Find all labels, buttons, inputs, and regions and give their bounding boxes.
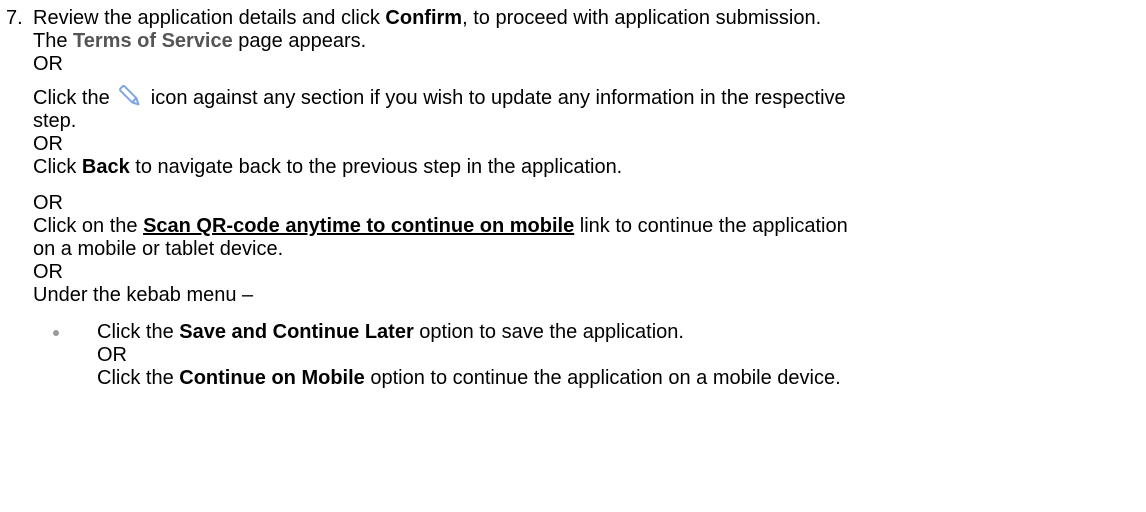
paragraph-review: Review the application details and click… [33,7,1138,30]
text: to navigate back to the previous step in… [129,156,623,178]
text: option to continue the application on a … [364,367,841,389]
step-content: Review the application details and click… [33,7,1138,390]
text: option to save the application. [413,321,684,343]
continue-on-mobile-label: Continue on Mobile [179,367,365,389]
or-separator: OR [33,261,63,283]
text: The [33,30,74,52]
text: Click the [33,87,116,109]
paragraph-edit-cont: step. [33,110,77,132]
text: Review the application details and click [33,7,386,29]
confirm-label: Confirm [385,7,463,29]
save-option-text: Click the Save and Continue Later option… [97,321,1138,344]
paragraph-back: Click Back to navigate back to the previ… [33,156,1138,179]
scan-qr-code-link[interactable]: Scan QR-code anytime to continue on mobi… [143,215,574,237]
paragraph-qr-cont: on a mobile or tablet device. [33,238,284,260]
or-separator: OR [33,133,63,155]
paragraph-terms: The Terms of Service page appears. [33,30,1138,53]
back-label: Back [81,156,130,178]
or-separator: OR [33,53,63,75]
paragraph-kebab: Under the kebab menu – [33,284,254,306]
text: page appears. [232,30,367,52]
pencil-edit-icon [117,83,143,109]
text: link to continue the application [574,215,848,237]
step-number: 7. [6,7,23,29]
mobile-option-text: Click the Continue on Mobile option to c… [97,367,1138,390]
text: , to proceed with application submission… [462,7,822,29]
paragraph-edit: Click the icon against any section if yo… [33,83,1138,110]
text: Click [33,156,82,178]
text: icon against any section if you wish to … [145,87,846,109]
list-item: Click the Save and Continue Later option… [33,321,1138,390]
bullet-icon [53,330,59,336]
text: Click the [97,367,180,389]
terms-of-service-label: Terms of Service [73,30,233,52]
or-separator: OR [97,344,127,366]
or-separator: OR [33,192,63,214]
paragraph-qr: Click on the Scan QR-code anytime to con… [33,215,1138,238]
text: Click the [97,321,180,343]
text: Click on the [33,215,144,237]
save-and-continue-later-label: Save and Continue Later [179,321,414,343]
